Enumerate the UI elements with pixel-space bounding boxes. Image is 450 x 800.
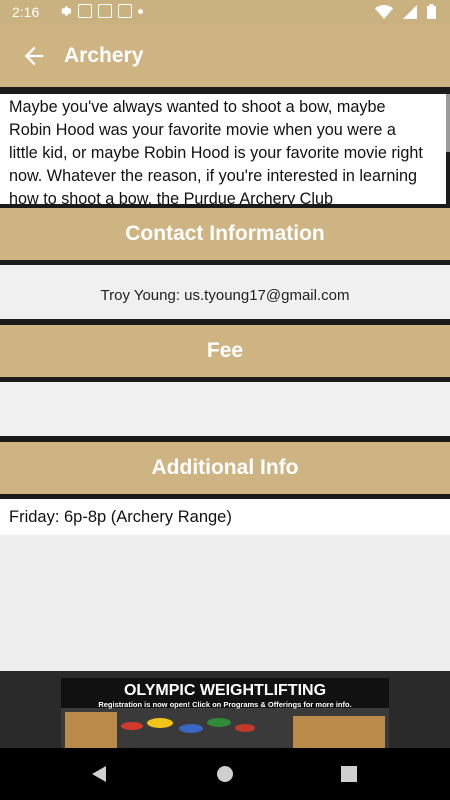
contact-section-header: Contact Information bbox=[0, 208, 450, 260]
ad-banner[interactable]: OLYMPIC WEIGHTLIFTING Registration is no… bbox=[61, 678, 389, 748]
description-text: Maybe you've always wanted to shoot a bo… bbox=[9, 98, 423, 204]
wifi-icon bbox=[375, 4, 393, 19]
additional-section-header: Additional Info bbox=[0, 442, 450, 494]
description-scrollbar[interactable] bbox=[446, 94, 450, 152]
ad-plate-image bbox=[235, 724, 255, 732]
additional-value: Friday: 6p-8p (Archery Range) bbox=[9, 508, 232, 526]
ad-box-image bbox=[65, 712, 117, 748]
ad-box-image bbox=[293, 716, 385, 748]
notification-icon bbox=[118, 4, 132, 18]
status-time: 2:16 bbox=[12, 4, 40, 20]
battery-icon bbox=[427, 4, 436, 19]
ad-plate-image bbox=[147, 718, 173, 728]
status-bar: 2:16 bbox=[0, 0, 450, 24]
description-box[interactable]: Maybe you've always wanted to shoot a bo… bbox=[0, 94, 446, 204]
back-nav-icon[interactable] bbox=[90, 765, 108, 783]
content-filler bbox=[0, 535, 450, 671]
ad-container: OLYMPIC WEIGHTLIFTING Registration is no… bbox=[0, 671, 450, 748]
ad-subtitle: Registration is now open! Click on Progr… bbox=[98, 700, 352, 709]
ad-plate-image bbox=[121, 722, 143, 730]
notification-icon bbox=[98, 4, 112, 18]
fee-panel bbox=[0, 382, 450, 436]
notification-icon bbox=[78, 4, 92, 18]
fee-section-title: Fee bbox=[206, 339, 244, 362]
system-nav-bar bbox=[0, 748, 450, 800]
ad-title: OLYMPIC WEIGHTLIFTING bbox=[123, 682, 327, 699]
gear-icon bbox=[61, 6, 72, 16]
ad-plate-image bbox=[179, 724, 203, 733]
page-title: Archery bbox=[64, 44, 144, 67]
home-nav-icon[interactable] bbox=[216, 765, 234, 783]
contact-value[interactable]: Troy Young: us.tyoung17@gmail.com bbox=[0, 287, 450, 304]
additional-panel: Friday: 6p-8p (Archery Range) bbox=[0, 499, 450, 535]
ad-plate-image bbox=[207, 718, 231, 727]
recents-nav-icon[interactable] bbox=[341, 766, 357, 782]
status-icons bbox=[58, 4, 143, 18]
arrow-left-icon[interactable] bbox=[20, 42, 48, 70]
fee-section-header: Fee bbox=[0, 325, 450, 377]
signal-icon bbox=[403, 4, 417, 19]
more-notifications-icon bbox=[138, 8, 143, 14]
additional-section-title: Additional Info bbox=[151, 456, 299, 479]
contact-section-title: Contact Information bbox=[125, 222, 325, 245]
app-bar: Archery bbox=[0, 24, 450, 87]
contact-panel: Troy Young: us.tyoung17@gmail.com bbox=[0, 265, 450, 319]
